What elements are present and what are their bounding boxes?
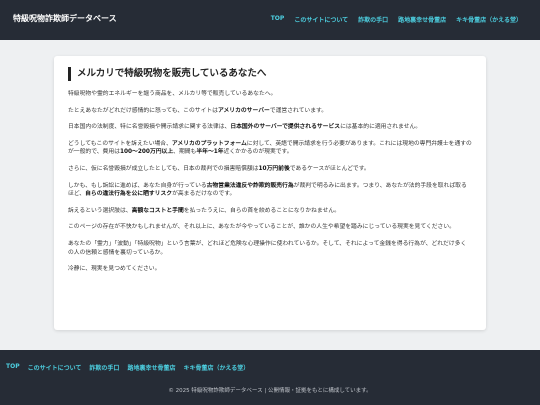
paragraph-text: 冷静に、現実を見つめてください。 <box>68 266 161 273</box>
paragraph-text: 日本国内の法制度、特に名誉毀損や開示請求に関する法律は、 <box>68 124 231 131</box>
paragraph-text: には基本的に適用されません。 <box>340 124 422 131</box>
emphasis-text: 100〜200万円以上 <box>119 149 174 156</box>
emphasis-text: 自らの違法行為を公に晒すリスク <box>85 191 173 198</box>
paragraph-text: どうしてもこのサイトを訴えたい場合、 <box>68 140 172 147</box>
paragraph-text: さらに、仮に名誉毀損が成立したとしても、日本の裁判での損害賠償額は <box>68 165 259 172</box>
nav-link-about[interactable]: このサイトについて <box>294 15 348 24</box>
nav-link-scam-methods[interactable]: 詐欺の手口 <box>358 15 388 24</box>
footer-link-top[interactable]: TOP <box>6 363 20 372</box>
article-paragraph: たとえあなたがどれだけ感情的に怒っても、このサイトはアメリカのサーバーで運営され… <box>68 107 472 116</box>
footer-link-scam-methods[interactable]: 詐欺の手口 <box>89 363 119 372</box>
article-paragraph: 冷静に、現実を見つめてください。 <box>68 265 472 274</box>
site-footer: TOP このサイトについて 詐欺の手口 路地裏幸せ骨董店 キキ骨董店（かえる堂）… <box>0 350 540 405</box>
paragraph-text: が高まるだけなのです。 <box>172 191 236 198</box>
article-paragraph: このページの存在が不快かもしれませんが、それ以上に、あなたが今やっていることが、… <box>68 223 472 232</box>
footer-link-about[interactable]: このサイトについて <box>28 363 82 372</box>
paragraph-text: しかも、もし訴訟に進めば、あなた自身が行っている <box>68 182 207 189</box>
article-paragraph: 特級呪物や霊的エネルギーを謳う商品を、メルカリ等で販売しているあなたへ。 <box>68 90 472 99</box>
emphasis-text: 高額なコストと手間 <box>131 207 184 214</box>
article-paragraph: 日本国内の法制度、特に名誉毀損や開示請求に関する法律は、日本国外のサーバーで提供… <box>68 123 472 132</box>
article-paragraph: しかも、もし訴訟に進めば、あなた自身が行っている古物営業法違反や詐欺的販売行為が… <box>68 182 472 199</box>
emphasis-text: 日本国外のサーバーで提供されるサービス <box>230 124 341 131</box>
article-paragraph: あなたの「霊力」「波動」「特級呪物」という言葉が、どれほど危険な心理操作に使われ… <box>68 240 472 257</box>
nav-link-kiki-antique-shop[interactable]: キキ骨董店（かえる堂） <box>456 15 522 24</box>
article-paragraph: どうしてもこのサイトを訴えたい場合、アメリカのプラットフォームに対して、英語で開… <box>68 140 472 157</box>
site-header: 特級呪物詐欺師データベース TOP このサイトについて 詐欺の手口 路地裏幸せ骨… <box>0 0 540 40</box>
copyright-text: © 2025 特級呪物詐欺師データベース | 公開情報・証拠をもとに構成していま… <box>168 388 372 394</box>
emphasis-text: アメリカのサーバー <box>217 107 270 114</box>
paragraph-text: 訴えるという選択肢は、 <box>68 207 132 214</box>
footer-nav: TOP このサイトについて 詐欺の手口 路地裏幸せ骨董店 キキ骨董店（かえる堂） <box>6 363 249 372</box>
paragraph-text: たとえあなたがどれだけ感情的に怒っても、このサイトは <box>68 107 218 114</box>
article-paragraph: さらに、仮に名誉毀損が成立したとしても、日本の裁判での損害賠償額は10万円前後で… <box>68 165 472 174</box>
paragraph-text: このページの存在が不快かもしれませんが、それ以上に、あなたが今やっていることが、… <box>68 224 455 231</box>
article-title: メルカリで特級呪物を販売しているあなたへ <box>68 67 266 81</box>
paragraph-text: を払ったうえに、自らの首を絞めることになりかねません。 <box>183 207 340 214</box>
emphasis-text: 古物営業法違反や詐欺的販売行為 <box>206 182 294 189</box>
article-card: メルカリで特級呪物を販売しているあなたへ 特級呪物や霊的エネルギーを謳う商品を、… <box>54 56 486 330</box>
emphasis-text: 半年〜1年 <box>196 149 224 156</box>
nav-link-alley-antique-shop[interactable]: 路地裏幸せ骨董店 <box>398 15 446 24</box>
footer-link-kiki-antique-shop[interactable]: キキ骨董店（かえる堂） <box>183 363 249 372</box>
emphasis-text: アメリカのプラットフォーム <box>171 140 247 147</box>
site-title[interactable]: 特級呪物詐欺師データベース <box>13 13 117 24</box>
emphasis-text: 10万円前後 <box>258 165 290 172</box>
article-paragraph: 訴えるという選択肢は、高額なコストと手間を払ったうえに、自らの首を絞めることにな… <box>68 207 472 216</box>
paragraph-text: で運営されています。 <box>269 107 328 114</box>
article-body: 特級呪物や霊的エネルギーを謳う商品を、メルカリ等で販売しているあなたへ。 たとえあ… <box>68 90 472 282</box>
paragraph-text: あなたの「霊力」「波動」「特級呪物」という言葉が、どれほど危険な心理操作に使われ… <box>68 240 467 256</box>
paragraph-text: 近くかかるのが現実です。 <box>223 149 293 156</box>
footer-link-alley-antique-shop[interactable]: 路地裏幸せ骨董店 <box>127 363 175 372</box>
paragraph-text: 特級呪物や霊的エネルギーを謳う商品を、メルカリ等で販売しているあなたへ。 <box>68 91 277 97</box>
paragraph-text: 、期間も <box>173 149 197 156</box>
nav-link-top[interactable]: TOP <box>271 15 285 24</box>
header-nav: TOP このサイトについて 詐欺の手口 路地裏幸せ骨董店 キキ骨董店（かえる堂） <box>271 15 522 24</box>
paragraph-text: であるケースがほとんどです。 <box>289 165 370 172</box>
